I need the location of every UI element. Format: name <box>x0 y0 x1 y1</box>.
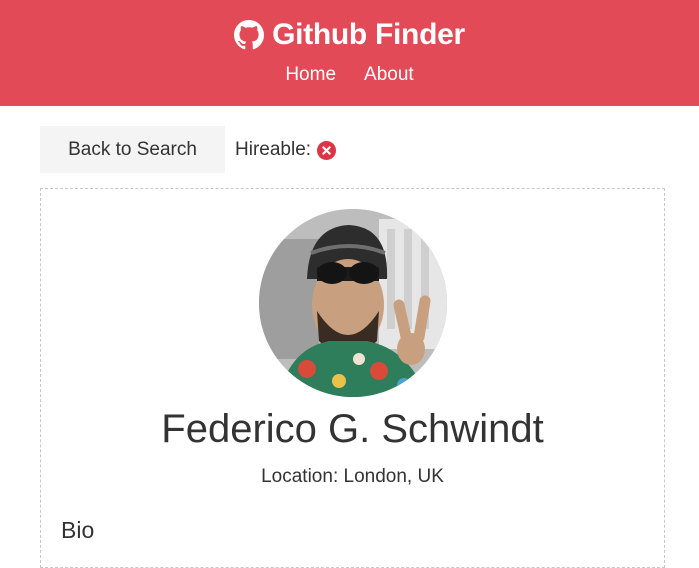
location-value: London, UK <box>343 466 444 487</box>
user-location: Location: London, UK <box>41 466 664 488</box>
user-name: Federico G. Schwindt <box>161 407 544 451</box>
hireable-label: Hireable: <box>235 139 312 160</box>
times-circle-icon <box>317 140 337 160</box>
nav-link-about[interactable]: About <box>364 64 414 86</box>
github-icon <box>234 20 265 50</box>
nav-link-home[interactable]: Home <box>285 64 336 86</box>
navbar: Github Finder Home About <box>0 0 699 106</box>
nav-links: Home About <box>0 64 699 86</box>
bio-heading: Bio <box>61 517 95 543</box>
back-to-search-button[interactable]: Back to Search <box>40 126 225 173</box>
hireable-status: Hireable: <box>235 138 337 162</box>
brand[interactable]: Github Finder <box>0 18 699 52</box>
location-label: Location: <box>261 466 339 487</box>
user-avatar <box>259 209 447 397</box>
profile-card: Federico G. Schwindt Location: London, U… <box>40 188 665 568</box>
brand-title: Github Finder <box>272 18 465 51</box>
